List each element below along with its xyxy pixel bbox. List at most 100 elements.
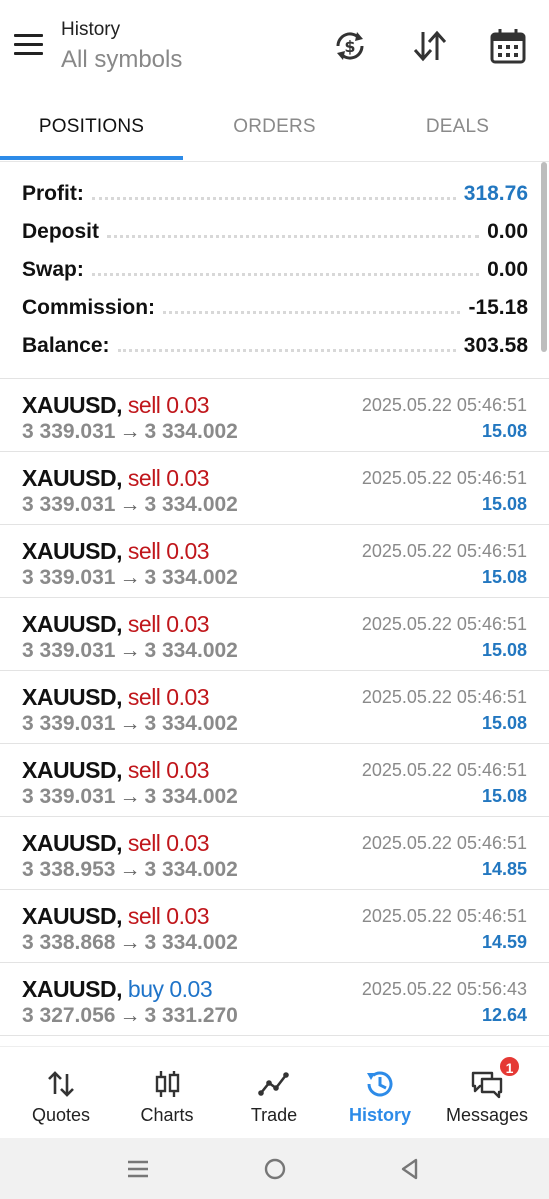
history-clock-icon bbox=[363, 1067, 397, 1101]
symbol-line: XAUUSD, sell 0.03 bbox=[22, 392, 210, 419]
nav-messages[interactable]: 1 Messages bbox=[432, 1047, 542, 1139]
deal-profit: 12.64 bbox=[481, 1005, 527, 1025]
active-tab-indicator bbox=[0, 156, 183, 160]
symbol-name: XAUUSD, bbox=[22, 757, 123, 783]
nav-history[interactable]: History bbox=[325, 1047, 435, 1139]
nav-label: Messages bbox=[445, 1105, 529, 1125]
scrollbar[interactable] bbox=[541, 162, 547, 352]
trade-side: sell 0.03 bbox=[127, 611, 210, 637]
price-line: 3 339.031 → 3 334.002 bbox=[22, 639, 238, 663]
deposit-value: 0.00 bbox=[487, 220, 528, 243]
open-price: 3 327.056 bbox=[22, 1004, 116, 1027]
home-icon[interactable] bbox=[260, 1154, 290, 1184]
system-navigation-bar bbox=[0, 1138, 549, 1199]
commission-label: Commission: bbox=[22, 296, 156, 319]
position-row[interactable]: XAUUSD, sell 0.03 3 339.031 → 3 334.002 2025… bbox=[0, 525, 549, 598]
deal-time: 2025.05.22 05:46:51 bbox=[361, 614, 527, 634]
back-icon[interactable] bbox=[395, 1154, 425, 1184]
arrow-right-icon: → bbox=[119, 931, 141, 954]
balance-value: 303.58 bbox=[463, 334, 528, 357]
trade-line-icon bbox=[257, 1067, 291, 1101]
swap-label: Swap: bbox=[22, 258, 84, 281]
deal-time: 2025.05.22 05:46:51 bbox=[361, 395, 527, 415]
symbol-name: XAUUSD, bbox=[22, 611, 123, 637]
recent-apps-icon[interactable] bbox=[123, 1154, 153, 1184]
candlestick-icon bbox=[150, 1067, 184, 1101]
open-price: 3 339.031 bbox=[22, 420, 116, 443]
nav-label: Quotes bbox=[31, 1105, 91, 1125]
trade-side: sell 0.03 bbox=[127, 392, 210, 418]
summary-row-commission: Commission: -15.18 bbox=[22, 290, 528, 326]
arrow-right-icon: → bbox=[119, 420, 141, 443]
position-row[interactable]: XAUUSD, buy 0.03 3 327.056 → 3 331.270 2025.… bbox=[0, 963, 549, 1036]
tab-orders[interactable]: ORDERS bbox=[183, 98, 366, 158]
symbol-line: XAUUSD, sell 0.03 bbox=[22, 757, 210, 784]
close-price: 3 334.002 bbox=[144, 639, 238, 662]
deal-time: 2025.05.22 05:46:51 bbox=[361, 541, 527, 561]
positions-list: XAUUSD, sell 0.03 3 339.031 → 3 334.002 2025… bbox=[0, 379, 549, 1036]
nav-trade[interactable]: Trade bbox=[219, 1047, 329, 1139]
calendar-icon[interactable] bbox=[488, 26, 528, 66]
balance-label: Balance: bbox=[22, 334, 110, 357]
open-price: 3 339.031 bbox=[22, 639, 116, 662]
symbol-name: XAUUSD, bbox=[22, 903, 123, 929]
symbol-line: XAUUSD, sell 0.03 bbox=[22, 830, 210, 857]
deal-profit: 15.08 bbox=[481, 786, 527, 806]
position-row[interactable]: XAUUSD, sell 0.03 3 339.031 → 3 334.002 2025… bbox=[0, 671, 549, 744]
position-row[interactable]: XAUUSD, sell 0.03 3 339.031 → 3 334.002 2025… bbox=[0, 744, 549, 817]
symbol-line: XAUUSD, sell 0.03 bbox=[22, 684, 210, 711]
tab-positions[interactable]: POSITIONS bbox=[0, 98, 183, 158]
position-row[interactable]: XAUUSD, sell 0.03 3 338.953 → 3 334.002 2025… bbox=[0, 817, 549, 890]
position-row[interactable]: XAUUSD, sell 0.03 3 339.031 → 3 334.002 2025… bbox=[0, 598, 549, 671]
profit-value: 318.76 bbox=[463, 182, 528, 205]
position-row[interactable]: XAUUSD, sell 0.03 3 339.031 → 3 334.002 2025… bbox=[0, 452, 549, 525]
open-price: 3 339.031 bbox=[22, 493, 116, 516]
tab-deals[interactable]: DEALS bbox=[366, 98, 549, 158]
deal-profit: 15.08 bbox=[481, 713, 527, 733]
summary-panel: Profit: 318.76 Deposit 0.00 Swap: 0.00 C… bbox=[0, 172, 549, 377]
symbol-name: XAUUSD, bbox=[22, 465, 123, 491]
unread-badge: 1 bbox=[498, 1055, 521, 1078]
arrow-right-icon: → bbox=[119, 1004, 141, 1027]
arrow-right-icon: → bbox=[119, 493, 141, 516]
trade-side: sell 0.03 bbox=[127, 757, 210, 783]
symbol-line: XAUUSD, buy 0.03 bbox=[22, 976, 213, 1003]
close-price: 3 331.270 bbox=[144, 1004, 238, 1027]
position-row[interactable]: XAUUSD, sell 0.03 3 338.868 → 3 334.002 2025… bbox=[0, 890, 549, 963]
price-line: 3 338.868 → 3 334.002 bbox=[22, 931, 238, 955]
menu-icon[interactable] bbox=[14, 34, 46, 58]
deposit-label: Deposit bbox=[22, 220, 100, 243]
price-line: 3 339.031 → 3 334.002 bbox=[22, 785, 238, 809]
swap-value: 0.00 bbox=[487, 258, 528, 281]
sort-icon[interactable] bbox=[410, 26, 450, 66]
symbol-line: XAUUSD, sell 0.03 bbox=[22, 611, 210, 638]
currency-sync-icon[interactable]: $ bbox=[330, 26, 370, 66]
arrow-right-icon: → bbox=[119, 712, 141, 735]
app-header: History All symbols $ bbox=[0, 0, 549, 92]
symbol-name: XAUUSD, bbox=[22, 684, 123, 710]
dotted-leader bbox=[107, 234, 480, 238]
trade-side: sell 0.03 bbox=[127, 465, 210, 491]
open-price: 3 338.953 bbox=[22, 858, 116, 881]
nav-label: History bbox=[348, 1105, 411, 1125]
trade-side: sell 0.03 bbox=[127, 538, 210, 564]
open-price: 3 339.031 bbox=[22, 566, 116, 589]
profit-label: Profit: bbox=[22, 182, 84, 205]
summary-row-balance: Balance: 303.58 bbox=[22, 328, 528, 364]
close-price: 3 334.002 bbox=[144, 931, 238, 954]
dotted-leader bbox=[91, 272, 480, 276]
trade-side: sell 0.03 bbox=[127, 903, 210, 929]
close-price: 3 334.002 bbox=[144, 712, 238, 735]
position-row[interactable]: XAUUSD, sell 0.03 3 339.031 → 3 334.002 2025… bbox=[0, 379, 549, 452]
symbol-name: XAUUSD, bbox=[22, 830, 123, 856]
nav-quotes[interactable]: Quotes bbox=[6, 1047, 116, 1139]
commission-value: -15.18 bbox=[468, 296, 528, 319]
symbol-name: XAUUSD, bbox=[22, 392, 123, 418]
summary-row-deposit: Deposit 0.00 bbox=[22, 214, 528, 250]
nav-label: Charts bbox=[140, 1105, 194, 1125]
deal-profit: 15.08 bbox=[481, 567, 527, 587]
nav-label: Trade bbox=[250, 1105, 298, 1125]
symbol-filter[interactable]: All symbols bbox=[61, 46, 182, 74]
history-tabs: POSITIONS ORDERS DEALS bbox=[0, 98, 549, 162]
nav-charts[interactable]: Charts bbox=[112, 1047, 222, 1139]
